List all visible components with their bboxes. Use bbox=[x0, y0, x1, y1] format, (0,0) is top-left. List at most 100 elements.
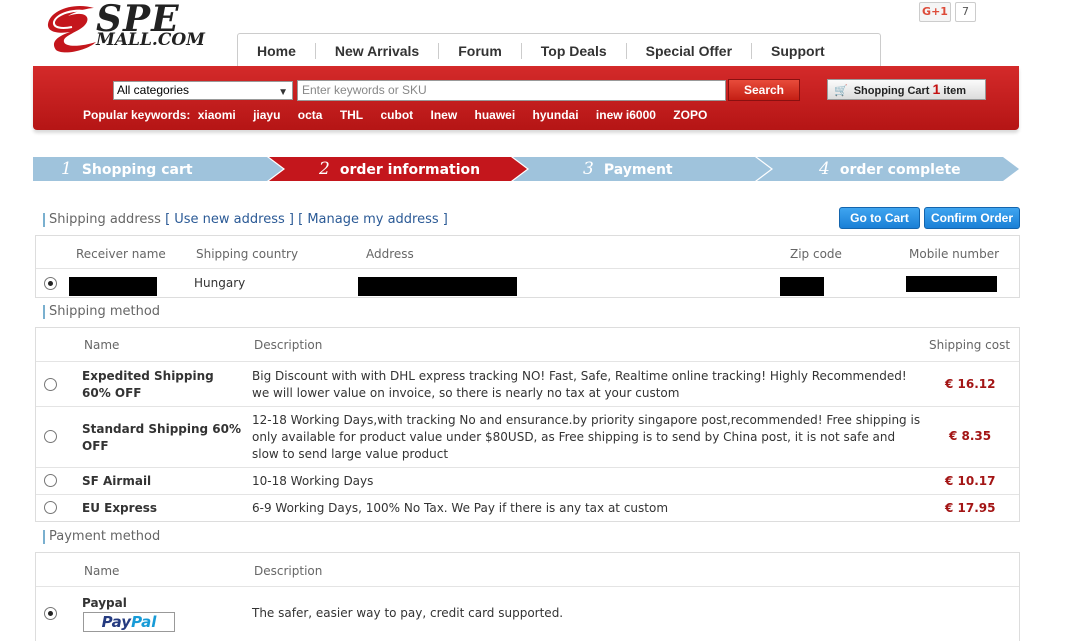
col-receiver-name: Receiver name bbox=[76, 247, 166, 261]
shopping-cart-button[interactable]: 🛒 Shopping Cart 1 item bbox=[827, 79, 986, 100]
nav-special-offer[interactable]: Special Offer bbox=[627, 42, 753, 59]
shipping-method-title: Shipping method bbox=[49, 304, 161, 319]
shipping-option-row[interactable]: Standard Shipping 60% OFF 12-18 Working … bbox=[36, 407, 1019, 468]
paypal-logo: PayPal bbox=[83, 612, 175, 632]
col-description: Description bbox=[254, 338, 323, 352]
site-logo[interactable]: SPE MALL.COM bbox=[44, 0, 224, 56]
col-address: Address bbox=[366, 247, 414, 261]
step-label: order information bbox=[339, 162, 481, 178]
checkout-steps: 1 Shopping cart 2 order information 3 Payme… bbox=[33, 157, 1019, 181]
shipping-radio[interactable] bbox=[44, 501, 57, 514]
popular-keywords: Popular keywords: xiaomi jiayu octa THL … bbox=[83, 108, 721, 122]
shipping-option-name: SF Airmail bbox=[82, 474, 152, 488]
keyword-link[interactable]: cubot bbox=[380, 108, 413, 122]
logo-text-mall: MALL.COM bbox=[96, 30, 205, 50]
col-mobile-number: Mobile number bbox=[909, 247, 1000, 261]
shipping-method-table: Name Description Shipping cost Expedited… bbox=[35, 327, 1020, 522]
shipping-option-row[interactable]: SF Airmail 10-18 Working Days € 10.17 bbox=[36, 468, 1019, 495]
google-plus-button[interactable]: G+1 bbox=[919, 2, 951, 22]
col-name: Name bbox=[84, 338, 120, 352]
payment-option-name: Paypal bbox=[82, 596, 127, 610]
shipping-option-name: EU Express bbox=[82, 501, 157, 515]
shipping-option-row[interactable]: Expedited Shipping 60% OFF Big Discount … bbox=[36, 362, 1019, 407]
shipping-option-cost: € 10.17 bbox=[945, 474, 996, 488]
redacted-mobile-number bbox=[906, 276, 997, 292]
col-description: Description bbox=[254, 564, 323, 578]
search-bar: All categories ▼ Enter keywords or SKU S… bbox=[33, 66, 1019, 130]
manage-address-link[interactable]: [ Manage my address ] bbox=[298, 212, 448, 227]
shipping-radio[interactable] bbox=[44, 474, 57, 487]
shipping-option-cost: € 8.35 bbox=[949, 429, 992, 443]
cart-icon: 🛒 bbox=[834, 85, 848, 97]
shipping-option-description: 10-18 Working Days bbox=[252, 474, 374, 488]
google-plus-widget: G+1 7 bbox=[919, 2, 976, 22]
category-select[interactable]: All categories ▼ bbox=[113, 81, 293, 100]
payment-option-description: The safer, easier way to pay, credit car… bbox=[252, 606, 564, 620]
payment-method-header: Payment method bbox=[43, 530, 160, 544]
step-shopping-cart: 1 Shopping cart bbox=[33, 157, 283, 181]
step-number: 1 bbox=[61, 159, 72, 179]
shipping-option-row[interactable]: EU Express 6-9 Working Days, 100% No Tax… bbox=[36, 495, 1019, 521]
search-input[interactable]: Enter keywords or SKU bbox=[297, 80, 726, 101]
cart-label: Shopping Cart bbox=[853, 85, 930, 97]
step-label: Shopping cart bbox=[81, 162, 193, 178]
search-button[interactable]: Search bbox=[728, 79, 800, 101]
step-label: Payment bbox=[603, 162, 673, 178]
step-number: 2 bbox=[319, 159, 330, 179]
payment-radio[interactable] bbox=[44, 607, 57, 620]
keyword-link[interactable]: jiayu bbox=[253, 108, 280, 122]
keyword-link[interactable]: xiaomi bbox=[198, 108, 236, 122]
confirm-order-button[interactable]: Confirm Order bbox=[924, 207, 1020, 229]
keyword-link[interactable]: huawei bbox=[475, 108, 516, 122]
shipping-table-header: Name Description Shipping cost bbox=[36, 328, 1019, 362]
nav-support[interactable]: Support bbox=[752, 43, 844, 59]
category-select-value: All categories bbox=[117, 83, 190, 97]
shipping-method-header: Shipping method bbox=[43, 305, 160, 319]
nav-new-arrivals[interactable]: New Arrivals bbox=[316, 42, 440, 59]
address-country: Hungary bbox=[194, 276, 246, 290]
shipping-option-cost: € 16.12 bbox=[945, 377, 996, 391]
col-shipping-country: Shipping country bbox=[196, 247, 299, 261]
address-row[interactable]: Hungary bbox=[36, 269, 1019, 298]
step-order-complete: 4 order complete bbox=[757, 157, 1019, 181]
redacted-receiver-name bbox=[69, 277, 157, 296]
address-table-header: Receiver name Shipping country Address Z… bbox=[36, 236, 1019, 269]
shipping-address-header: Shipping address [ Use new address ] [ M… bbox=[43, 213, 448, 227]
logo-swirl-icon bbox=[47, 5, 96, 53]
payment-method-title: Payment method bbox=[49, 529, 161, 544]
popular-keywords-label: Popular keywords: bbox=[83, 108, 191, 122]
cart-unit: item bbox=[943, 85, 967, 97]
step-label: order complete bbox=[839, 162, 961, 178]
main-nav: Home New Arrivals Forum Top Deals Specia… bbox=[237, 33, 881, 67]
nav-top-deals[interactable]: Top Deals bbox=[522, 42, 627, 59]
step-payment: 3 Payment bbox=[513, 157, 771, 181]
keyword-link[interactable]: ZOPO bbox=[673, 108, 707, 122]
shipping-radio[interactable] bbox=[44, 430, 57, 443]
address-table: Receiver name Shipping country Address Z… bbox=[35, 235, 1020, 298]
step-number: 3 bbox=[583, 159, 594, 179]
payment-option-row[interactable]: Paypal PayPal The safer, easier way to p… bbox=[36, 587, 1019, 641]
keyword-link[interactable]: octa bbox=[298, 108, 323, 122]
step-number: 4 bbox=[819, 159, 830, 179]
nav-home[interactable]: Home bbox=[238, 42, 316, 59]
keyword-link[interactable]: hyundai bbox=[533, 108, 579, 122]
payment-table-header: Name Description bbox=[36, 553, 1019, 587]
google-plus-count: 7 bbox=[955, 2, 976, 22]
payment-method-table: Name Description Paypal PayPal The safer… bbox=[35, 552, 1020, 641]
shipping-option-description: 6-9 Working Days, 100% No Tax. We Pay if… bbox=[252, 501, 669, 515]
redacted-zip-code bbox=[780, 277, 824, 296]
use-new-address-link[interactable]: [ Use new address ] bbox=[165, 212, 294, 227]
cart-count: 1 bbox=[932, 81, 941, 97]
nav-forum[interactable]: Forum bbox=[439, 42, 522, 59]
col-name: Name bbox=[84, 564, 120, 578]
col-shipping-cost: Shipping cost bbox=[929, 338, 1011, 352]
shipping-radio[interactable] bbox=[44, 378, 57, 391]
redacted-address bbox=[358, 277, 517, 296]
shipping-option-description: Big Discount with with DHL express track… bbox=[252, 369, 907, 400]
keyword-link[interactable]: Inew bbox=[431, 108, 458, 122]
keyword-link[interactable]: THL bbox=[340, 108, 363, 122]
keyword-link[interactable]: inew i6000 bbox=[596, 108, 656, 122]
address-radio[interactable] bbox=[44, 277, 57, 290]
col-zip-code: Zip code bbox=[790, 247, 842, 261]
go-to-cart-button[interactable]: Go to Cart bbox=[839, 207, 920, 229]
